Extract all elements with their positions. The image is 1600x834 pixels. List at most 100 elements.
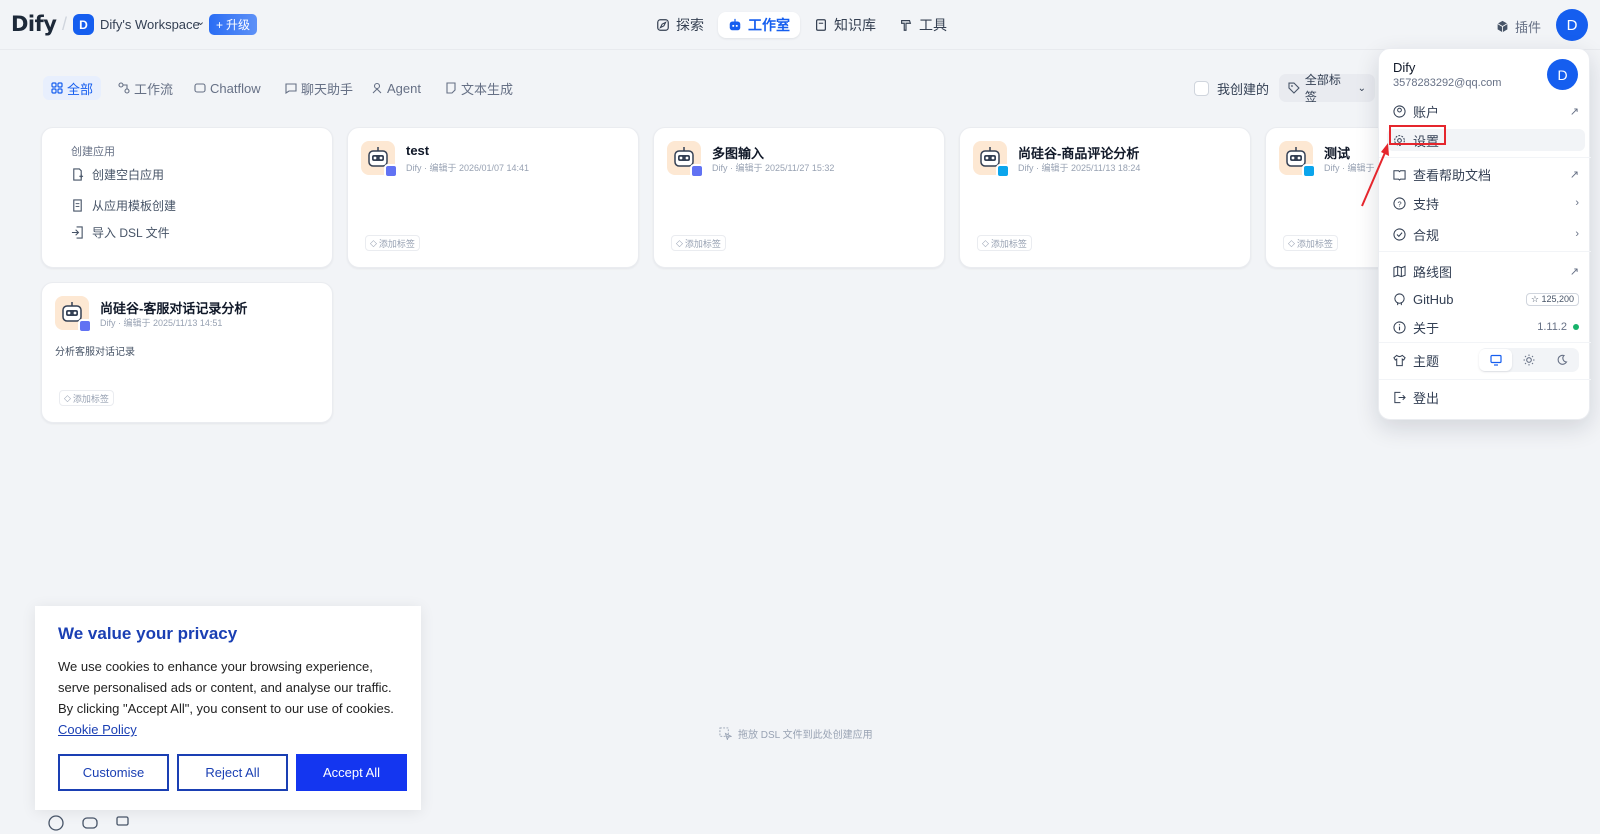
- compass-icon: [657, 19, 669, 31]
- shirt-icon: [1393, 354, 1406, 366]
- footer-social-links: [48, 815, 132, 831]
- app-meta: Dify · 编辑于 2025/11/13 18:24: [1018, 163, 1141, 173]
- filter-tab-workflow[interactable]: 工作流: [110, 76, 181, 100]
- add-tag-button[interactable]: ◇ 添加标签: [1283, 235, 1338, 251]
- app-card[interactable]: 尚硅谷-商品评论分析 Dify · 编辑于 2025/11/13 18:24 ◇…: [959, 127, 1251, 268]
- menu-divider: [1379, 157, 1591, 158]
- user-name: Dify: [1393, 60, 1416, 75]
- create-from-template-button[interactable]: 从应用模板创建: [71, 197, 176, 214]
- app-description: 分析客服对话记录: [55, 347, 135, 358]
- add-tag-button[interactable]: ◇ 添加标签: [365, 235, 420, 251]
- check-circle-icon: [1393, 227, 1406, 241]
- tag-icon: ◇: [370, 237, 377, 248]
- menu-item-theme: 主题: [1393, 350, 1473, 370]
- dify-logo[interactable]: Dify: [11, 12, 57, 36]
- add-tag-button[interactable]: ◇ 添加标签: [59, 390, 114, 406]
- tab-studio[interactable]: 工作室: [718, 12, 800, 38]
- app-card[interactable]: test Dify · 编辑于 2026/01/07 14:41 ◇ 添加标签: [347, 127, 639, 268]
- agent-icon: [372, 82, 382, 94]
- discord-icon[interactable]: [82, 815, 98, 831]
- workspace-avatar[interactable]: D: [73, 14, 94, 35]
- customise-button[interactable]: Customise: [58, 754, 169, 791]
- filter-tab-chatflow[interactable]: Chatflow: [186, 76, 269, 100]
- chevron-down-icon[interactable]: ⌄: [196, 15, 205, 28]
- top-navigation: Dify / D Dify's Workspace ⌄ + 升级 探索 工作室 …: [0, 0, 1600, 50]
- workflow-icon: [118, 82, 130, 94]
- github-icon[interactable]: [48, 815, 64, 831]
- upgrade-button[interactable]: + 升级: [209, 14, 258, 35]
- theme-dark-button[interactable]: [1545, 349, 1578, 371]
- cookie-text: We use cookies to enhance your browsing …: [58, 659, 394, 737]
- app-name: 多图输入: [712, 146, 765, 161]
- tab-explore[interactable]: 探索: [646, 12, 714, 38]
- tab-tools[interactable]: 工具: [889, 12, 957, 38]
- monitor-icon: [1489, 354, 1502, 366]
- breadcrumb-separator: /: [62, 14, 68, 34]
- tab-knowledge[interactable]: 知识库: [804, 12, 886, 38]
- app-name: 尚硅谷-客服对话记录分析: [100, 301, 248, 316]
- workspace-name[interactable]: Dify's Workspace: [100, 17, 200, 32]
- status-dot: [1573, 324, 1579, 330]
- menu-item-help-docs[interactable]: 查看帮助文档 ↗: [1393, 164, 1579, 184]
- tag-icon: ◇: [982, 237, 989, 248]
- user-avatar[interactable]: D: [1556, 9, 1588, 41]
- chevron-down-icon: ⌄: [1357, 82, 1366, 94]
- create-blank-app-button[interactable]: 创建空白应用: [71, 166, 164, 183]
- menu-item-compliance[interactable]: 合规 ›: [1393, 224, 1579, 244]
- external-link-icon: ↗: [1569, 265, 1579, 278]
- tag-icon: ◇: [1288, 237, 1295, 248]
- menu-item-logout[interactable]: 登出: [1393, 387, 1579, 407]
- cookie-title: We value your privacy: [58, 624, 238, 643]
- menu-item-github[interactable]: GitHub ☆ 125,200: [1393, 289, 1579, 309]
- add-tag-button[interactable]: ◇ 添加标签: [977, 235, 1032, 251]
- app-type-badge: [1302, 164, 1316, 178]
- menu-item-roadmap[interactable]: 路线图 ↗: [1393, 261, 1579, 281]
- theme-light-button[interactable]: [1512, 349, 1545, 371]
- menu-item-support[interactable]: ? 支持 ›: [1393, 193, 1579, 213]
- my-created-checkbox[interactable]: [1194, 81, 1209, 96]
- tag-filter-dropdown[interactable]: 全部标签 ⌄: [1279, 73, 1375, 104]
- robot-icon: [729, 18, 741, 31]
- dropdown-avatar: D: [1547, 59, 1578, 90]
- menu-item-about[interactable]: 关于 1.11.2: [1393, 317, 1579, 337]
- theme-system-button[interactable]: [1479, 349, 1512, 371]
- app-name: 尚硅谷-商品评论分析: [1018, 146, 1140, 161]
- reject-all-button[interactable]: Reject All: [177, 754, 288, 791]
- grid-icon: [51, 82, 63, 94]
- chevron-right-icon: ›: [1575, 197, 1579, 209]
- book-icon: [816, 19, 826, 31]
- app-name: test: [406, 143, 430, 158]
- cookie-policy-link[interactable]: Cookie Policy: [58, 722, 137, 737]
- my-created-filter[interactable]: 我创建的: [1194, 79, 1269, 98]
- settings-highlight-box: [1389, 125, 1446, 145]
- plus-icon: +: [216, 17, 224, 32]
- tag-icon: ◇: [64, 392, 71, 403]
- sun-icon: [1523, 354, 1534, 366]
- external-link-icon: ↗: [1569, 105, 1579, 118]
- menu-item-account[interactable]: 账户 ↗: [1393, 101, 1579, 121]
- cube-icon: [1497, 20, 1508, 33]
- menu-divider: [1379, 251, 1591, 252]
- dsl-drop-hint: 拖放 DSL 文件到此处创建应用: [719, 726, 873, 741]
- file-plus-icon: [73, 168, 84, 181]
- chat-icon: [285, 83, 297, 94]
- plugins-button[interactable]: 插件: [1496, 17, 1541, 36]
- app-card[interactable]: 尚硅谷-客服对话记录分析 Dify · 编辑于 2025/11/13 14:51…: [41, 282, 333, 423]
- accept-all-button[interactable]: Accept All: [296, 754, 407, 791]
- app-type-badge: [690, 164, 704, 178]
- import-dsl-button[interactable]: 导入 DSL 文件: [71, 224, 170, 241]
- document-icon: [446, 82, 456, 94]
- create-app-card: 创建应用 创建空白应用 从应用模板创建 导入 DSL 文件: [41, 127, 333, 268]
- filter-tab-all[interactable]: 全部: [43, 76, 102, 100]
- external-link-icon: ↗: [1569, 168, 1579, 181]
- forum-icon[interactable]: [116, 815, 132, 831]
- app-card[interactable]: 多图输入 Dify · 编辑于 2025/11/27 15:32 ◇ 添加标签: [653, 127, 945, 268]
- user-email: 3578283292@qq.com: [1393, 77, 1502, 89]
- import-icon: [71, 226, 83, 239]
- filter-tab-chat-assistant[interactable]: 聊天助手: [277, 76, 361, 100]
- map-icon: [1393, 265, 1406, 277]
- app-type-badge: [78, 319, 92, 333]
- add-tag-button[interactable]: ◇ 添加标签: [671, 235, 726, 251]
- filter-tab-agent[interactable]: Agent: [363, 76, 429, 100]
- filter-tab-text-generation[interactable]: 文本生成: [437, 76, 521, 100]
